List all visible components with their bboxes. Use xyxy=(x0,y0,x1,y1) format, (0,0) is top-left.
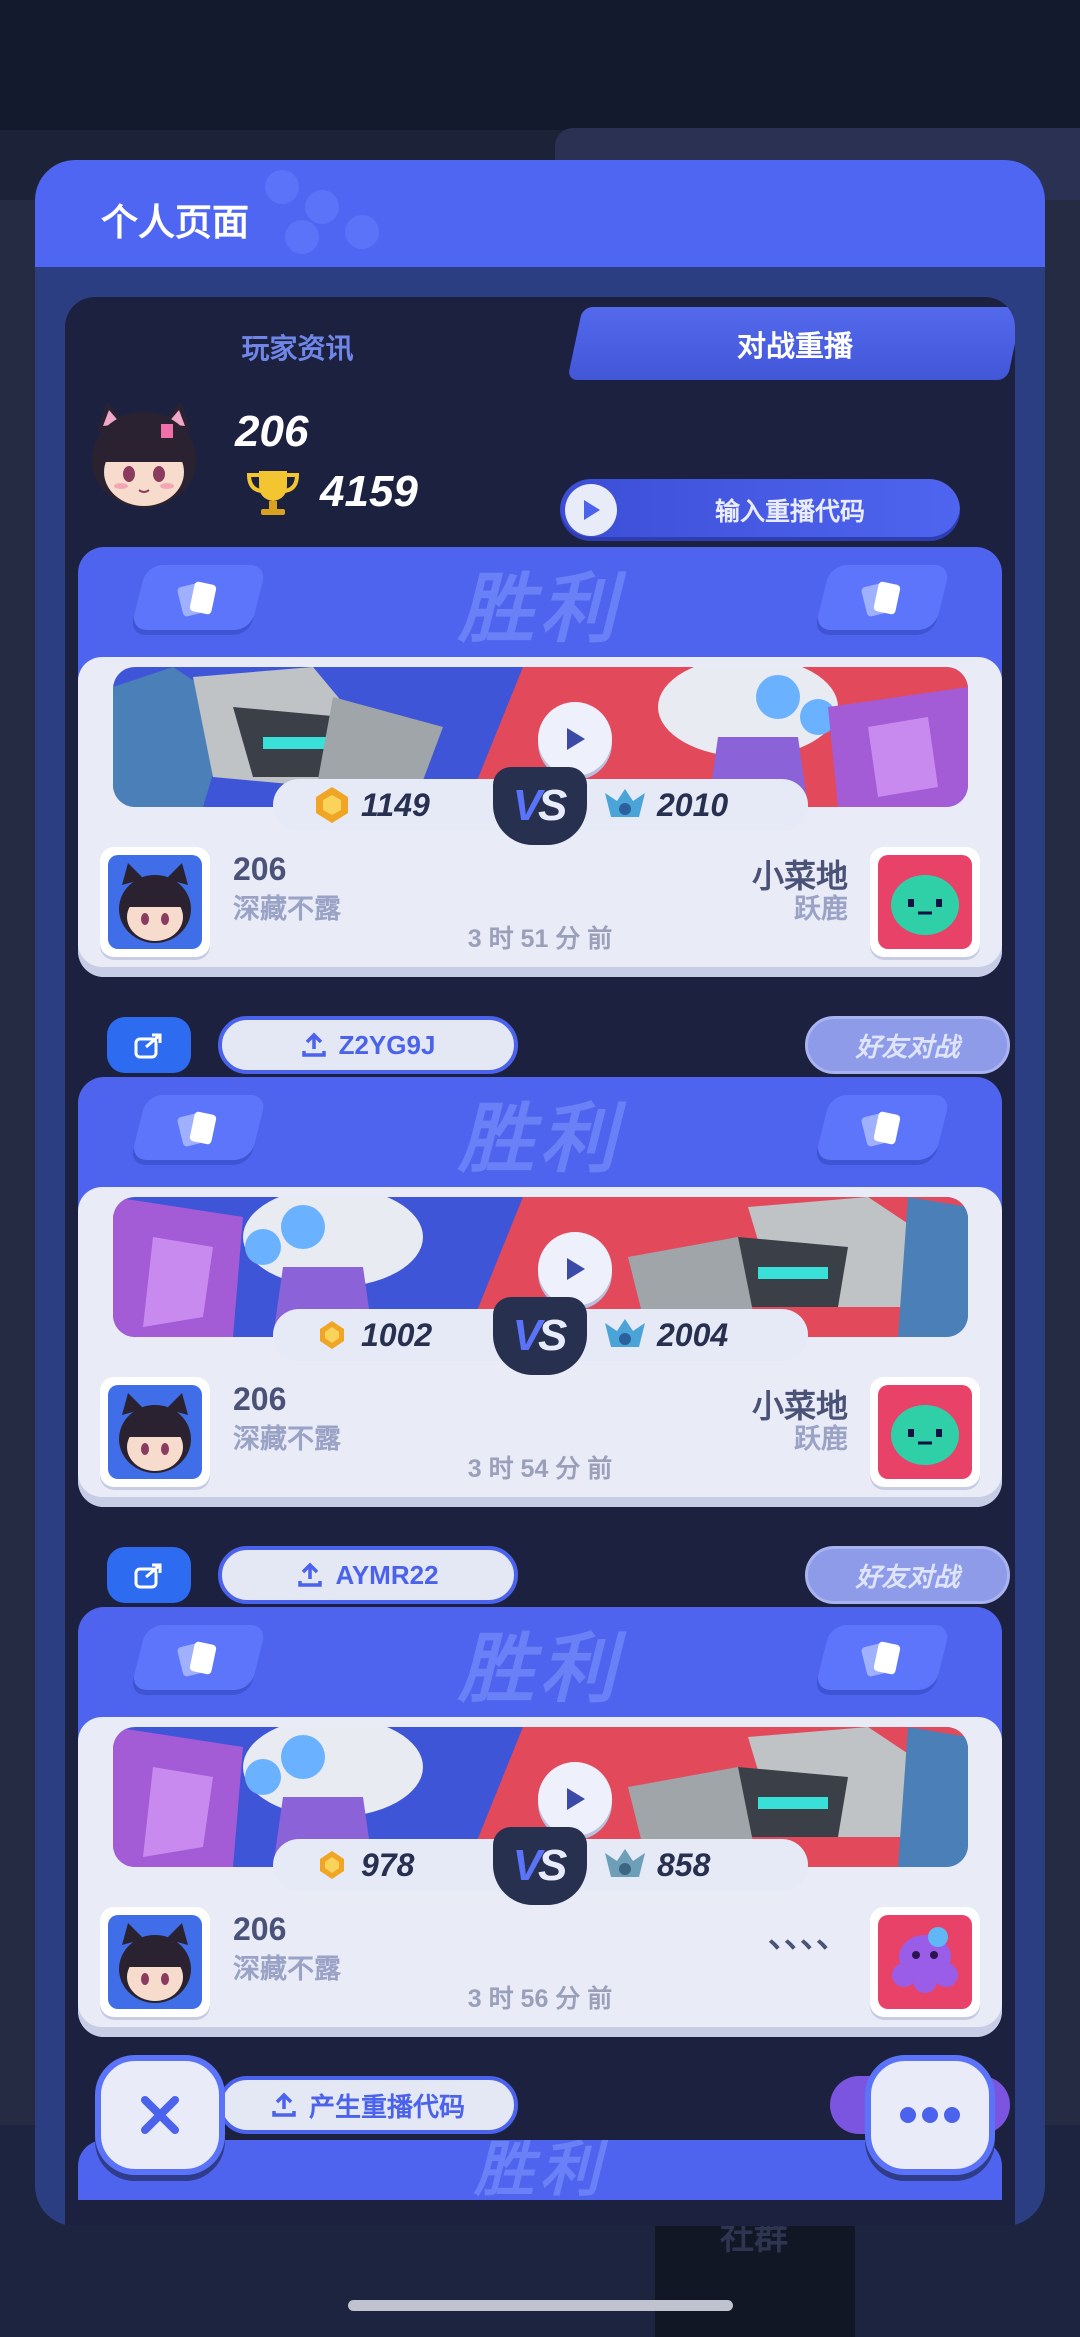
player-name-label: 206 xyxy=(233,851,287,887)
play-icon xyxy=(567,1258,585,1280)
replay-code-button[interactable]: Z2YG9J xyxy=(218,1016,518,1074)
tab-battle-replay[interactable]: 对战重播 xyxy=(575,307,1015,380)
rank-medal-icon xyxy=(320,1851,344,1879)
rank-crown-icon xyxy=(605,1849,645,1877)
modal-title: 个人页面 xyxy=(101,202,249,243)
rank-crown-icon xyxy=(605,1319,645,1347)
vs-badge: VS xyxy=(493,1297,587,1375)
player-score: 978 xyxy=(361,1846,415,1883)
opponent-score: 2010 xyxy=(657,786,729,823)
match-time: 3 时 56 分 前 xyxy=(467,1985,613,2013)
player-score: 1002 xyxy=(361,1316,433,1353)
share-icon xyxy=(134,1563,162,1589)
deck-chip-right[interactable] xyxy=(813,1095,951,1165)
deck-chip-left[interactable] xyxy=(129,565,267,635)
content-panel: 玩家资讯 对战重播 206 4159 输入重播代码 胜利 1149 2010 V… xyxy=(65,297,1015,2226)
close-button[interactable] xyxy=(95,2055,225,2175)
match-details: 978 858 VS 206 深藏不露 、、、、 3 时 56 分 前 xyxy=(78,1717,1002,2037)
match-time: 3 时 54 分 前 xyxy=(467,1455,613,1483)
rank-crown-icon xyxy=(605,789,645,817)
match-card: 胜利 xyxy=(78,547,1002,977)
replay-code-label: Z2YG9J xyxy=(338,1029,436,1060)
deck-chip-right[interactable] xyxy=(813,565,951,635)
player-name-label: 206 xyxy=(233,1381,287,1417)
opponent-name-label: 、、、、 xyxy=(767,1918,848,1954)
player-name-label: 206 xyxy=(233,1911,287,1947)
opponent-score: 858 xyxy=(657,1846,711,1883)
upload-icon xyxy=(272,2092,296,2117)
generate-replay-code-label: 产生重播代码 xyxy=(308,2091,465,2122)
play-replay-button[interactable] xyxy=(538,1232,612,1306)
background-side-right xyxy=(1040,200,1080,2130)
share-button[interactable] xyxy=(107,1547,191,1603)
trophy-count: 4159 xyxy=(320,467,418,516)
trophy-icon xyxy=(245,467,301,517)
upload-icon xyxy=(298,1562,323,1587)
match-card: 胜利 xyxy=(78,1607,1002,2037)
friend-battle-button[interactable]: 好友对战 xyxy=(805,1546,1010,1604)
play-icon xyxy=(567,728,585,750)
share-button[interactable] xyxy=(107,1017,191,1073)
close-icon xyxy=(141,2096,179,2134)
generate-replay-code-button[interactable]: 产生重播代码 xyxy=(218,2076,518,2134)
play-replay-button[interactable] xyxy=(538,1762,612,1836)
vs-badge: VS xyxy=(493,1827,587,1905)
play-replay-button[interactable] xyxy=(538,702,612,776)
rank-medal-icon xyxy=(320,1321,344,1349)
upload-icon xyxy=(301,1032,326,1057)
vs-badge: VS xyxy=(493,767,587,845)
rank-medal-icon xyxy=(316,787,348,823)
background-side-left xyxy=(0,200,40,2130)
match-card: 胜利 xyxy=(78,1077,1002,1507)
more-icon xyxy=(900,2107,960,2123)
friend-battle-button[interactable]: 好友对战 xyxy=(805,1016,1010,1074)
player-name: 206 xyxy=(235,407,309,456)
tab-player-info[interactable]: 玩家资讯 xyxy=(65,307,530,387)
player-score: 1149 xyxy=(361,786,430,823)
replay-code-label: AYMR22 xyxy=(335,1559,439,1590)
more-options-button[interactable] xyxy=(865,2055,995,2175)
enter-replay-code-button[interactable]: 输入重播代码 xyxy=(560,479,960,541)
modal-header: 个人页面 xyxy=(35,160,1045,267)
match-details: 1002 2004 VS 206 深藏不露 小菜地 跃鹿 3 时 54 分 前 xyxy=(78,1187,1002,1507)
profile-modal: 个人页面 玩家资讯 对战重播 206 4159 输入重播代码 胜利 1149 2… xyxy=(35,160,1045,2226)
deck-chip-left[interactable] xyxy=(129,1095,267,1165)
deck-chip-left[interactable] xyxy=(129,1625,267,1695)
play-icon xyxy=(567,1788,585,1810)
opponent-score: 2004 xyxy=(657,1316,729,1353)
enter-replay-code-label: 输入重播代码 xyxy=(714,498,865,526)
match-time: 3 时 51 分 前 xyxy=(467,925,613,953)
player-avatar xyxy=(85,402,203,510)
match-details: 1149 2010 VS 206 深藏不露 小菜地 跃鹿 3 时 51 分 前 xyxy=(78,657,1002,977)
play-icon xyxy=(565,484,617,536)
home-indicator[interactable] xyxy=(348,2300,733,2311)
share-icon xyxy=(134,1033,162,1059)
replay-code-button[interactable]: AYMR22 xyxy=(218,1546,518,1604)
deck-chip-right[interactable] xyxy=(813,1625,951,1695)
